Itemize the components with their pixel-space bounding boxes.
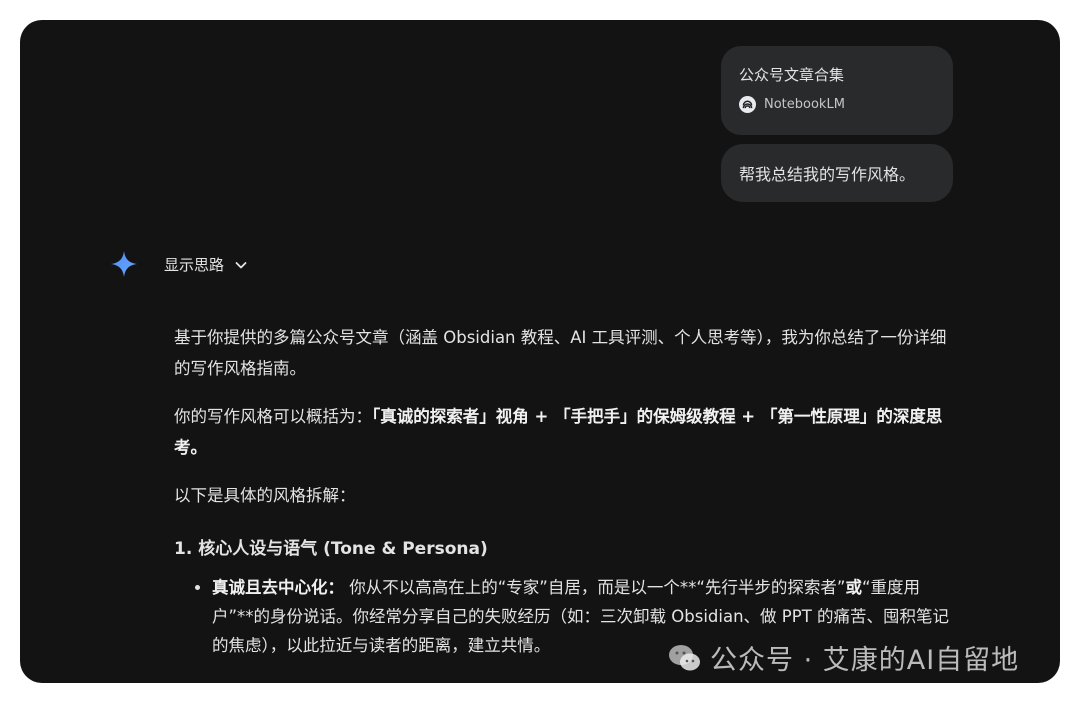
summary-prefix: 你的写作风格可以概括为： <box>174 407 372 426</box>
bullet-list: 真诚且去中心化： 你从不以高高在上的“专家”自居，而是以一个**“先行半步的探索… <box>174 573 954 660</box>
attachment-title: 公众号文章合集 <box>739 66 845 84</box>
attachment-card[interactable]: 公众号文章合集 NotebookLM <box>721 46 953 135</box>
attachment-source-label: NotebookLM <box>764 97 845 112</box>
response-summary: 你的写作风格可以概括为：「真诚的探索者」视角 + 「手把手」的保姆级教程 + 「… <box>174 401 954 463</box>
section-heading: 1. 核心人设与语气 (Tone & Persona) <box>174 539 488 559</box>
chat-window: 公众号文章合集 NotebookLM 帮我总结我的写作风格。 显示思路 基于你提… <box>20 20 1060 683</box>
response-lead-in: 以下是具体的风格拆解： <box>174 486 356 505</box>
response-intro: 基于你提供的多篇公众号文章（涵盖 Obsidian 教程、AI 工具评测、个人思… <box>174 328 947 378</box>
attachment-source: NotebookLM <box>739 96 935 113</box>
bullet-text-a: 你从不以高高在上的“专家”自居，而是以一个**“先行半步的探索者” <box>344 578 846 597</box>
notebooklm-icon <box>739 96 756 113</box>
chevron-down-icon <box>235 261 247 268</box>
bullet-text-b: 或 <box>845 578 862 597</box>
list-item: 真诚且去中心化： 你从不以高高在上的“专家”自居，而是以一个**“先行半步的探索… <box>212 573 954 660</box>
show-thoughts-label: 显示思路 <box>164 256 225 274</box>
bullet-title: 真诚且去中心化： <box>212 578 344 597</box>
show-thoughts-toggle[interactable]: 显示思路 <box>164 254 248 275</box>
gemini-spark-icon <box>111 251 137 277</box>
user-message: 帮我总结我的写作风格。 <box>721 144 953 202</box>
response-body: 基于你提供的多篇公众号文章（涵盖 Obsidian 教程、AI 工具评测、个人思… <box>174 322 954 660</box>
